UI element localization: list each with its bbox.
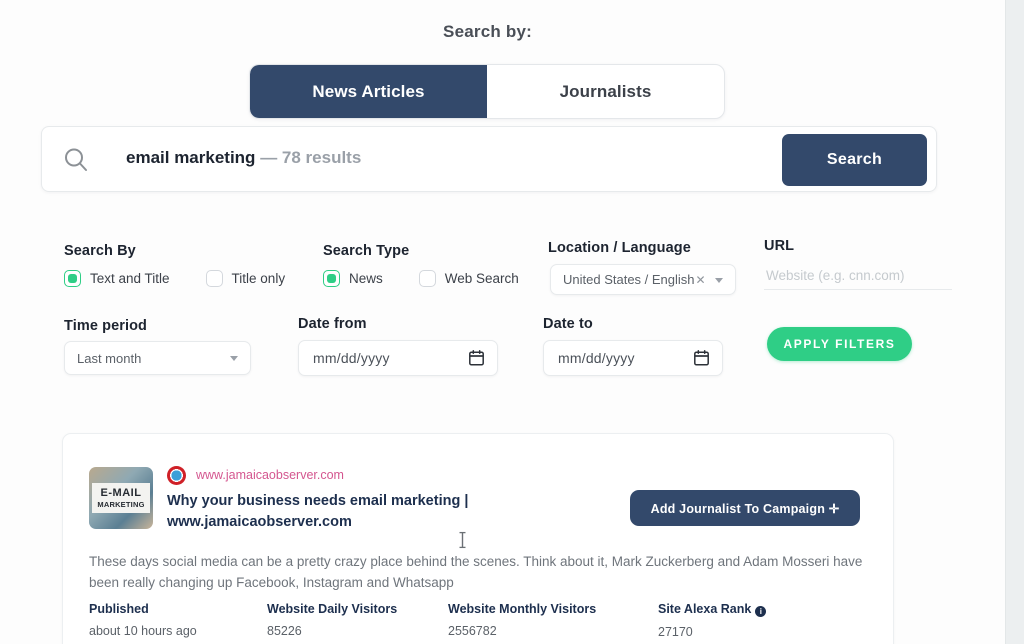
thumbnail-text-line1: E-MAIL (100, 486, 142, 499)
search-button[interactable]: Search (782, 134, 927, 186)
apply-filters-button[interactable]: APPLY FILTERS (767, 327, 912, 361)
result-metrics: Published about 10 hours ago Website Dai… (89, 602, 879, 639)
search-mode-toggle: News Articles Journalists (249, 64, 725, 119)
metric-published: Published about 10 hours ago (89, 602, 267, 639)
search-icon (62, 146, 90, 174)
url-filter-label: URL (764, 238, 795, 254)
globe-favicon-icon (167, 466, 186, 485)
thumbnail-text-line2: MARKETING (97, 499, 145, 509)
add-journalist-to-campaign-button[interactable]: Add Journalist To Campaign ✛ (630, 490, 860, 526)
calendar-icon[interactable] (469, 350, 484, 366)
metric-monthly-visitors: Website Monthly Visitors 2556782 (448, 602, 658, 639)
metric-monthly-visitors-value: 2556782 (448, 624, 497, 638)
metric-alexa-rank-label: Site Alexa Rank i (658, 602, 767, 617)
date-from-value: mm/dd/yyyy (313, 350, 390, 366)
tab-news-articles[interactable]: News Articles (250, 65, 487, 118)
radio-news[interactable]: News (323, 270, 383, 287)
metric-published-value: about 10 hours ago (89, 624, 197, 638)
metric-monthly-visitors-label: Website Monthly Visitors (448, 602, 597, 616)
radio-text-and-title[interactable]: Text and Title (64, 270, 170, 287)
result-title[interactable]: Why your business needs email marketing … (167, 491, 607, 534)
calendar-icon-to[interactable] (694, 350, 709, 366)
metric-alexa-rank: Site Alexa Rank i 27170 (658, 602, 767, 639)
metric-daily-visitors-label: Website Daily Visitors (267, 602, 398, 616)
search-results-count: 78 results (281, 148, 362, 167)
search-type-filter-label: Search Type (323, 243, 410, 259)
radio-news-label: News (349, 271, 383, 286)
metric-alexa-rank-value: 27170 (658, 625, 693, 639)
time-period-value: Last month (77, 350, 142, 366)
date-from-label: Date from (298, 316, 367, 332)
radio-text-and-title-label: Text and Title (90, 271, 170, 286)
scrollbar-gutter[interactable] (1005, 0, 1024, 644)
metric-daily-visitors: Website Daily Visitors 85226 (267, 602, 448, 639)
location-language-value: United States / English (563, 272, 695, 287)
date-to-value: mm/dd/yyyy (558, 350, 635, 366)
search-type-radio-group: News Web Search (323, 270, 519, 287)
date-to-label: Date to (543, 316, 593, 332)
info-icon[interactable]: i (755, 606, 767, 617)
metric-alexa-rank-label-text: Site Alexa Rank (658, 602, 752, 616)
search-by-radio-group: Text and Title Title only (64, 270, 285, 287)
search-by-heading: Search by: (443, 22, 532, 41)
radio-title-only[interactable]: Title only (205, 270, 286, 287)
date-to-input[interactable]: mm/dd/yyyy (543, 340, 723, 376)
url-input[interactable] (764, 268, 952, 290)
tab-journalists[interactable]: Journalists (487, 65, 724, 118)
time-period-label: Time period (64, 318, 148, 334)
page-content: Search by: News Articles Journalists ema… (0, 0, 1005, 644)
search-separator: — (260, 148, 278, 167)
time-period-chevron-down-icon (230, 356, 238, 361)
radio-text-and-title-box (64, 270, 81, 287)
search-result-card: E-MAIL MARKETING www.jamaicaobserver.com… (62, 433, 894, 644)
chevron-down-icon (715, 277, 723, 283)
search-query-display[interactable]: email marketing — 78 results (126, 148, 361, 168)
location-language-clear-icon[interactable]: ✕ (696, 273, 706, 287)
article-thumbnail: E-MAIL MARKETING (89, 467, 153, 529)
metric-published-label: Published (89, 602, 149, 616)
radio-web-search[interactable]: Web Search (418, 270, 519, 287)
app-page: Search by: News Articles Journalists ema… (0, 0, 1024, 644)
metric-daily-visitors-value: 85226 (267, 624, 302, 638)
result-url[interactable]: www.jamaicaobserver.com (196, 468, 344, 482)
result-description: These days social media can be a pretty … (89, 554, 863, 590)
time-period-select[interactable]: Last month (64, 341, 251, 375)
search-query-text: email marketing (126, 148, 256, 167)
search-bar: email marketing — 78 results Search (41, 126, 937, 192)
radio-title-only-label: Title only (231, 271, 286, 286)
radio-web-search-label: Web Search (444, 271, 519, 286)
radio-title-only-box (205, 270, 223, 287)
radio-web-search-box (418, 270, 436, 287)
search-by-filter-label: Search By (64, 243, 136, 259)
date-from-input[interactable]: mm/dd/yyyy (298, 340, 498, 376)
radio-news-box (323, 270, 340, 287)
location-language-select[interactable]: United States / English ✕ (550, 264, 736, 295)
location-language-label: Location / Language (548, 240, 691, 256)
